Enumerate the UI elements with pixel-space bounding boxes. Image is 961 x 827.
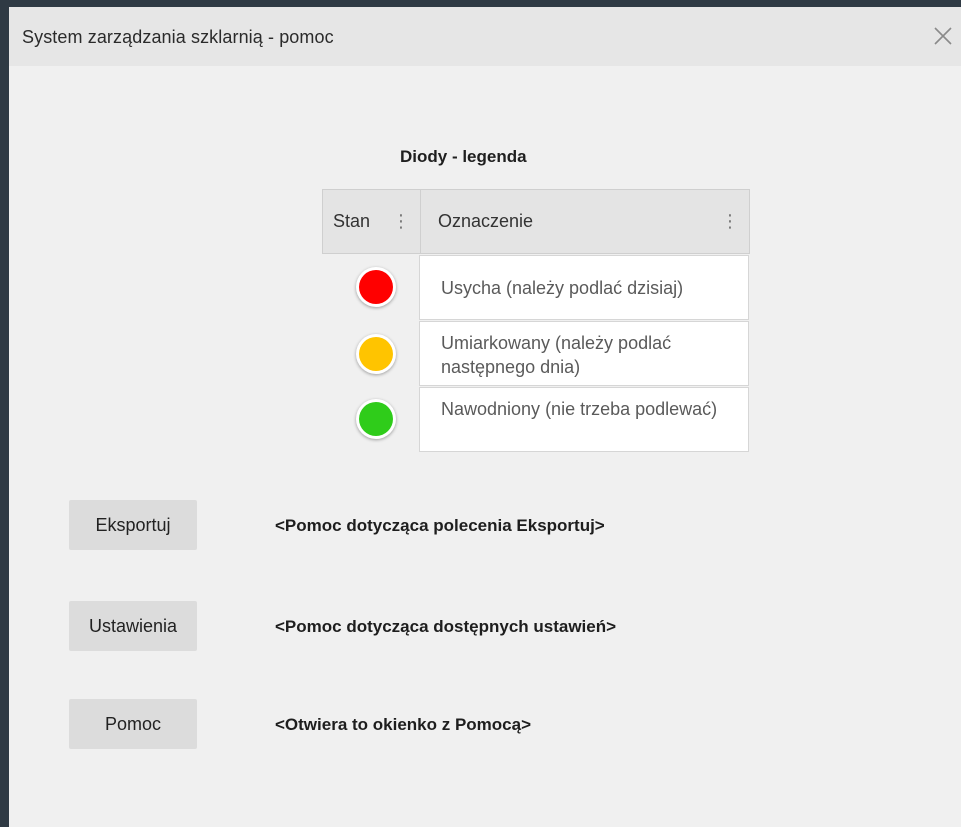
column-menu-icon[interactable]: ⋮ [392,211,410,231]
description-cell: Nawodniony (nie trzeba podlewać) [419,387,749,452]
description-cell: Usycha (należy podlać dzisiaj) [419,255,749,320]
yellow-led-icon [356,334,396,374]
status-cell [322,387,419,453]
column-menu-icon[interactable]: ⋮ [721,211,739,231]
description-text: Umiarkowany (należy podlać następnego dn… [441,333,672,377]
description-text: Nawodniony (nie trzeba podlewać) [441,399,718,419]
description-text: Usycha (należy podlać dzisiaj) [441,278,684,298]
column-header-label: Oznaczenie [438,211,534,231]
column-header-stan[interactable]: Stan ⋮ [323,190,421,253]
table-row: Nawodniony (nie trzeba podlewać) [322,387,750,453]
red-led-icon [356,267,396,307]
status-cell [322,255,419,321]
settings-button[interactable]: Ustawienia [69,601,197,651]
column-header-label: Stan [333,211,371,231]
table-row: Usycha (należy podlać dzisiaj) [322,255,750,321]
export-button[interactable]: Eksportuj [69,500,197,550]
help-dialog: System zarządzania szklarnią - pomoc Dio… [9,7,961,827]
legend-title: Diody - legenda [400,147,527,166]
help-help-text: <Otwiera to okienko z Pomocą> [275,715,532,734]
green-led-icon [356,399,396,439]
legend-table: Stan ⋮ Oznaczenie ⋮ Usycha (należy podla… [322,189,750,453]
description-cell: Umiarkowany (należy podlać następnego dn… [419,321,749,386]
window-title: System zarządzania szklarnią - pomoc [22,27,334,47]
help-button[interactable]: Pomoc [69,699,197,749]
table-row: Umiarkowany (należy podlać następnego dn… [322,321,750,387]
status-cell [322,321,419,387]
export-help-text: <Pomoc dotycząca polecenia Eksportuj> [275,516,605,535]
column-header-oznaczenie[interactable]: Oznaczenie ⋮ [420,190,749,253]
table-header: Stan ⋮ Oznaczenie ⋮ [322,189,750,254]
title-bar: System zarządzania szklarnią - pomoc [9,7,961,66]
settings-help-text: <Pomoc dotycząca dostępnych ustawień> [275,617,617,636]
close-icon[interactable] [931,24,955,48]
